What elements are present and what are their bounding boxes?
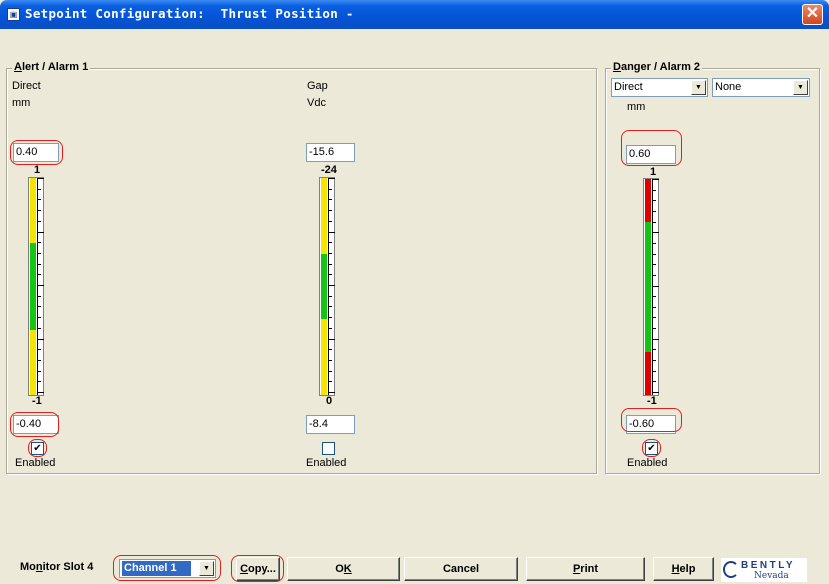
gauge-spine	[328, 178, 329, 395]
alert-scale-bottom: -1	[32, 395, 42, 407]
window-title: Setpoint Configuration: Thrust Position …	[25, 6, 354, 21]
title-bar[interactable]: ▣ Setpoint Configuration: Thrust Positio…	[0, 0, 829, 29]
gauge-tick	[37, 232, 44, 233]
alert-checkbox-highlight	[28, 439, 47, 457]
gauge-band-upper	[645, 179, 651, 222]
app-icon: ▣	[7, 8, 20, 21]
logo-mark-icon	[723, 561, 739, 578]
gap-lower-input[interactable]: -8.4	[306, 415, 355, 434]
close-button[interactable]: ✕	[802, 4, 823, 25]
danger-lower-highlight	[621, 408, 682, 432]
gap-gauge[interactable]	[319, 177, 335, 396]
gauge-scale	[37, 178, 44, 395]
gauge-tick	[328, 232, 335, 233]
gauge-tick	[652, 179, 659, 180]
gauge-band-normal	[645, 222, 651, 352]
danger-mode-value: Direct	[614, 81, 643, 93]
help-button[interactable]: Help	[653, 557, 714, 581]
alert-enabled-label: Enabled	[15, 457, 56, 469]
gauge-band-lower	[30, 330, 36, 395]
gauge-tick	[652, 286, 659, 287]
direct-label: Direct	[12, 80, 41, 92]
danger-checkbox-highlight	[642, 439, 661, 457]
danger-scale-bottom: -1	[647, 395, 657, 407]
gauge-band-upper	[30, 178, 36, 243]
gauge-band-normal	[321, 254, 327, 319]
danger-scale-top: 1	[650, 166, 657, 178]
gap-unit-label: Vdc	[307, 97, 326, 109]
gauge-band-normal	[30, 243, 36, 330]
gauge-tick	[37, 339, 44, 340]
gauge-tick	[37, 392, 44, 393]
gauge-tick	[328, 178, 335, 179]
danger-enabled-label: Enabled	[627, 457, 668, 469]
gauge-tick	[328, 339, 335, 340]
gauge-band-lower	[645, 352, 651, 395]
gap-upper-input[interactable]: -15.6	[306, 143, 355, 162]
alert-lower-highlight	[10, 412, 59, 437]
gauge-scale	[328, 178, 335, 395]
chevron-down-icon[interactable]: ▼	[691, 80, 706, 95]
chevron-down-icon[interactable]: ▼	[793, 80, 808, 95]
gauge-band-upper	[321, 178, 327, 254]
danger-upper-highlight	[621, 130, 682, 166]
danger-sub-select[interactable]: None ▼	[712, 78, 810, 97]
gauge-spine	[37, 178, 38, 395]
danger-alarm-legend: Danger / Alarm 2	[611, 61, 703, 73]
gauge-scale	[652, 179, 659, 395]
gauge-band-lower	[321, 319, 327, 395]
alert-upper-highlight	[10, 140, 63, 165]
danger-unit-label: mm	[627, 101, 646, 113]
danger-gauge[interactable]	[643, 178, 659, 396]
gauge-tick	[652, 392, 659, 393]
gap-scale-top: -24	[321, 164, 337, 176]
gap-enabled-checkbox[interactable]	[322, 442, 335, 455]
gauge-tick	[328, 392, 335, 393]
alert-scale-top: 1	[34, 164, 41, 176]
copy-button-highlight	[231, 555, 284, 582]
print-button[interactable]: Print	[526, 557, 645, 581]
gauge-tick	[652, 232, 659, 233]
danger-sub-value: None	[715, 81, 742, 93]
gauge-tick	[37, 178, 44, 179]
danger-mode-select[interactable]: Direct ▼	[611, 78, 708, 97]
ok-button[interactable]: OK	[287, 557, 400, 581]
gauge-tick	[328, 285, 335, 286]
gauge-spine	[652, 179, 653, 395]
alert-alarm-group: Alert / Alarm 1	[6, 61, 598, 475]
logo-brand-top: BENTLY	[741, 560, 796, 571]
gap-scale-bottom: 0	[326, 395, 333, 407]
bently-nevada-logo: BENTLY Nevada	[721, 558, 807, 582]
direct-unit-label: mm	[12, 97, 31, 109]
gap-enabled-label: Enabled	[306, 457, 347, 469]
close-icon: ✕	[805, 5, 820, 22]
gap-label: Gap	[307, 80, 328, 92]
alert-alarm-legend: Alert / Alarm 1	[12, 61, 91, 73]
channel-select-highlight	[113, 555, 221, 581]
monitor-slot-label: Monitor Slot 4	[20, 561, 94, 573]
alert-direct-gauge[interactable]	[28, 177, 44, 396]
gauge-tick	[652, 339, 659, 340]
cancel-button[interactable]: Cancel	[404, 557, 518, 581]
logo-brand-bottom: Nevada	[754, 571, 789, 581]
gauge-tick	[37, 285, 44, 286]
